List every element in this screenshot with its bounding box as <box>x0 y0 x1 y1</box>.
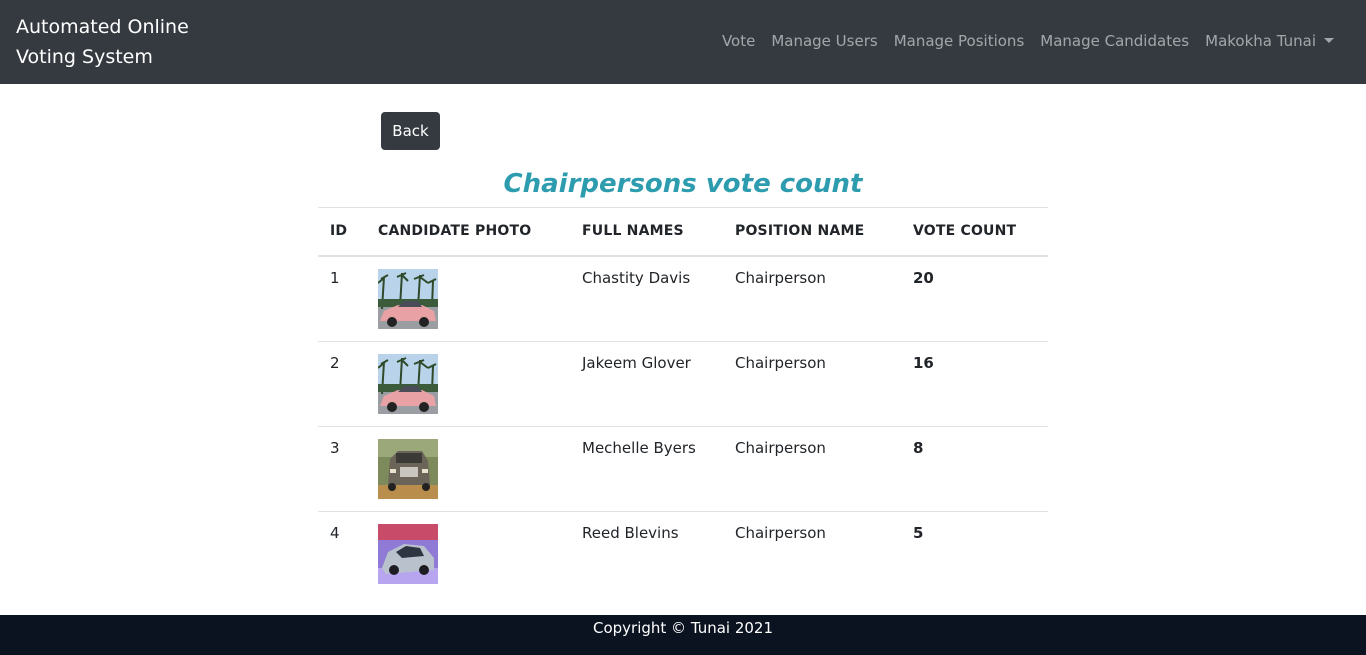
cell-vote-count: 20 <box>913 268 934 287</box>
cell-photo <box>366 510 570 596</box>
cell-position: Chairperson <box>735 268 826 287</box>
table-row: 3 Mechelle Byers Chairperson 8 <box>318 425 1048 511</box>
cell-full-name: Jakeem Glover <box>570 340 723 426</box>
cell-photo <box>366 256 570 342</box>
candidate-photo <box>378 268 438 329</box>
header-row: ID CANDIDATE PHOTO FULL NAMES POSITION N… <box>318 207 1048 257</box>
top-navbar: Automated Online Voting System Vote Mana… <box>0 0 1366 84</box>
caret-down-icon <box>1324 37 1334 43</box>
candidate-photo <box>378 438 438 499</box>
cell-position: Chairperson <box>723 425 901 511</box>
cell-id: 4 <box>318 510 366 596</box>
table-body: 1 Chastity Davis Chairperson 20 2 Jakeem… <box>318 256 1048 596</box>
cell-full-name: Reed Blevins <box>570 510 723 596</box>
header-id: ID <box>318 207 366 257</box>
cell-photo <box>366 340 570 426</box>
nav-menu: Vote Manage Users Manage Positions Manag… <box>714 30 1342 52</box>
nav-vote-link[interactable]: Vote <box>714 30 763 52</box>
cell-vote-count: 5 <box>901 510 1048 596</box>
cell-position: Chairperson <box>723 510 901 596</box>
footer: Copyright © Tunai 2021 <box>0 615 1366 655</box>
nav-manage-candidates-link[interactable]: Manage Candidates <box>1032 30 1197 52</box>
header-full-names: FULL NAMES <box>570 207 723 257</box>
back-button[interactable]: Back <box>381 112 440 150</box>
cell-id: 3 <box>318 425 366 511</box>
candidate-photo <box>378 353 438 414</box>
cell-id: 1 <box>330 268 340 287</box>
cell-full-name: Mechelle Byers <box>570 425 723 511</box>
vote-count-table: ID CANDIDATE PHOTO FULL NAMES POSITION N… <box>318 207 1048 596</box>
cell-vote-count: 8 <box>901 425 1048 511</box>
header-position-name: POSITION NAME <box>723 207 901 257</box>
header-vote-count: VOTE COUNT <box>901 207 1048 257</box>
candidate-photo <box>378 523 438 584</box>
brand-title[interactable]: Automated Online Voting System <box>16 12 206 72</box>
table-row: 1 Chastity Davis Chairperson 20 <box>318 256 1048 342</box>
table-row: 4 Reed Blevins Chairperson 5 <box>318 510 1048 596</box>
user-name: Makokha Tunai <box>1205 32 1316 50</box>
user-dropdown[interactable]: Makokha Tunai <box>1197 30 1342 52</box>
cell-id: 2 <box>318 340 366 426</box>
cell-position: Chairperson <box>723 340 901 426</box>
table-header: ID CANDIDATE PHOTO FULL NAMES POSITION N… <box>318 207 1048 257</box>
header-candidate-photo: CANDIDATE PHOTO <box>366 207 570 257</box>
page-title: Chairpersons vote count <box>503 169 863 199</box>
table-row: 2 Jakeem Glover Chairperson 16 <box>318 340 1048 426</box>
copyright-text: Copyright © Tunai 2021 <box>592 619 774 637</box>
cell-vote-count: 16 <box>901 340 1048 426</box>
cell-full-name: Chastity Davis <box>582 268 691 287</box>
nav-manage-users-link[interactable]: Manage Users <box>763 30 885 52</box>
cell-photo <box>366 425 570 511</box>
nav-manage-positions-link[interactable]: Manage Positions <box>886 30 1033 52</box>
